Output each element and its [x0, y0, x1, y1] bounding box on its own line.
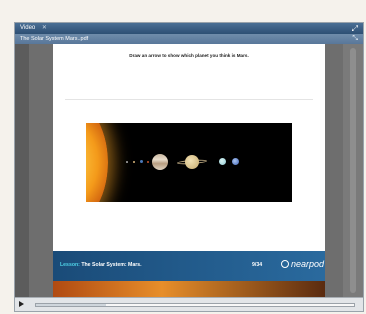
- slide-divider: [65, 99, 313, 100]
- slide-page[interactable]: Draw an arrow to show which planet you t…: [53, 44, 325, 297]
- lesson-key: Lesson:: [60, 262, 80, 268]
- solar-system-image: [86, 123, 292, 202]
- file-name-bar: The Solar System Mars..pdf ⤡: [15, 34, 363, 44]
- brand-name: nearpod: [291, 259, 325, 269]
- planet-venus: [133, 161, 135, 163]
- player-controls: [15, 297, 363, 311]
- nearpod-logo: nearpod: [281, 259, 324, 269]
- planet-mars: [147, 161, 149, 163]
- slide-instruction: Draw an arrow to show which planet you t…: [129, 53, 249, 58]
- expand-icon[interactable]: ⤡: [352, 34, 358, 44]
- viewer-left-margin: [15, 44, 29, 297]
- planet-jupiter: [152, 154, 168, 170]
- file-name: The Solar System Mars..pdf: [20, 36, 89, 42]
- planet-earth: [140, 160, 143, 163]
- nearpod-logo-icon: [281, 259, 289, 268]
- planet-neptune: [232, 158, 239, 165]
- scrollbar-thumb[interactable]: [350, 48, 356, 293]
- lesson-title: The Solar System: Mars.: [81, 262, 142, 268]
- planet-mercury: [126, 161, 128, 163]
- slide-footer: Lesson: The Solar System: Mars. 9/34 nea…: [53, 251, 325, 281]
- seek-bar[interactable]: [35, 303, 355, 307]
- sun: [86, 123, 108, 202]
- video-panel: Video ✕ ⤢ The Solar System Mars..pdf ⤡ D…: [14, 22, 364, 312]
- seek-progress: [36, 304, 106, 306]
- planet-uranus: [219, 158, 226, 165]
- lesson-label: Lesson: The Solar System: Mars.: [60, 262, 142, 268]
- next-slide-preview: [53, 281, 325, 297]
- planet-saturn: [185, 155, 199, 169]
- vertical-scrollbar[interactable]: [343, 44, 363, 297]
- slide-page-count: 9/34: [252, 262, 263, 268]
- document-viewer[interactable]: Draw an arrow to show which planet you t…: [15, 44, 363, 297]
- maximize-icon[interactable]: ⤢: [352, 23, 358, 34]
- panel-title: Video: [20, 25, 36, 31]
- close-icon[interactable]: ✕: [42, 25, 47, 31]
- play-icon[interactable]: [19, 301, 24, 307]
- panel-title-bar: Video ✕ ⤢: [15, 23, 363, 34]
